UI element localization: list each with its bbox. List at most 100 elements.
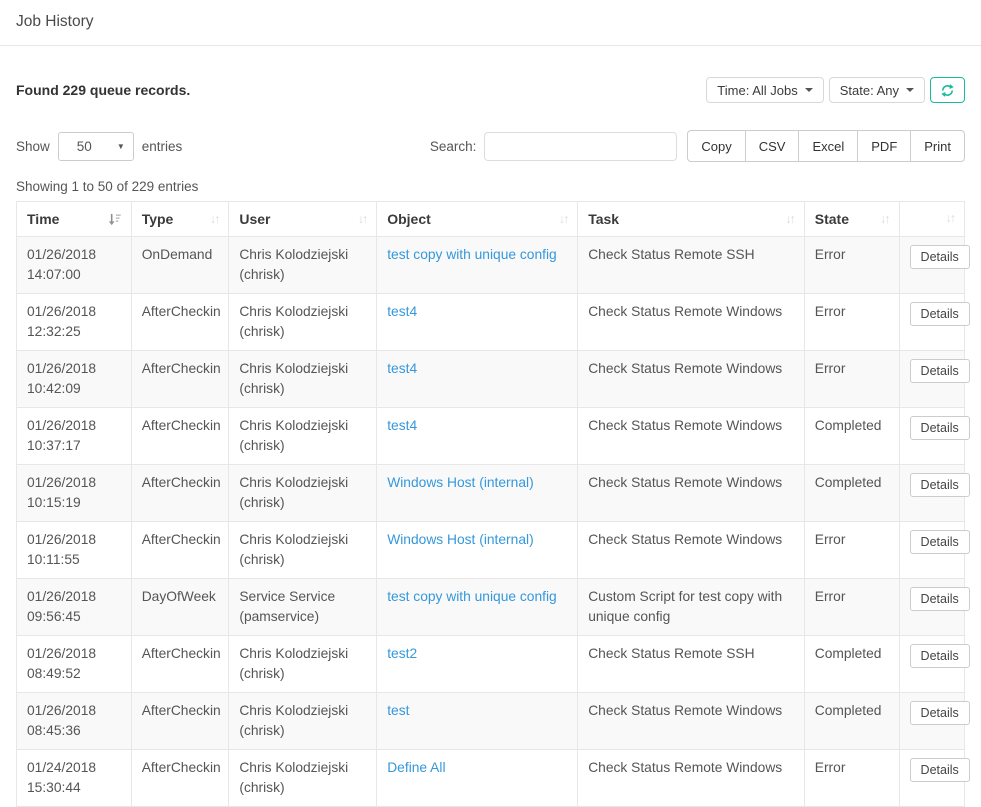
details-button[interactable]: Details [910, 359, 970, 383]
details-cell: Details [899, 408, 964, 465]
object-link[interactable]: Define All [387, 760, 445, 775]
user-name: Chris Kolodziejski [239, 701, 366, 721]
object-link[interactable]: test4 [387, 418, 417, 433]
column-header-object[interactable]: Object↓↑ [377, 202, 578, 237]
job-time: 10:37:17 [27, 436, 121, 456]
table-row: 01/26/201814:07:00OnDemandChris Kolodzie… [17, 237, 965, 294]
state-cell: Error [804, 579, 899, 636]
object-link[interactable]: test4 [387, 304, 417, 319]
user-cell: Chris Kolodziejski(chrisk) [229, 465, 377, 522]
time-cell: 01/26/201808:45:36 [17, 693, 132, 750]
pdf-button[interactable]: PDF [857, 130, 911, 162]
object-cell: Windows Host (internal) [377, 465, 578, 522]
job-date: 01/26/2018 [27, 302, 121, 322]
state-cell: Error [804, 294, 899, 351]
page-length-value: 50 [77, 139, 92, 154]
user-name: Chris Kolodziejski [239, 758, 366, 778]
user-name: Chris Kolodziejski [239, 302, 366, 322]
task-cell: Check Status Remote SSH [578, 636, 805, 693]
task-cell: Check Status Remote Windows [578, 351, 805, 408]
state-filter-dropdown[interactable]: State: Any [829, 77, 925, 103]
sort-icon: ↓↑ [210, 212, 219, 226]
user-account: (chrisk) [239, 322, 366, 342]
user-cell: Chris Kolodziejski(chrisk) [229, 750, 377, 807]
csv-button[interactable]: CSV [745, 130, 800, 162]
page-length-select[interactable]: 50 ▼ [58, 132, 134, 161]
summary-row: Found 229 queue records. Time: All Jobs … [16, 77, 965, 103]
job-time: 08:49:52 [27, 664, 121, 684]
job-date: 01/26/2018 [27, 473, 121, 493]
table-row: 01/24/201815:30:44AfterCheckinChris Kolo… [17, 750, 965, 807]
details-button[interactable]: Details [910, 245, 970, 269]
object-link[interactable]: test copy with unique config [387, 247, 557, 262]
type-cell: DayOfWeek [131, 579, 229, 636]
details-button[interactable]: Details [910, 473, 970, 497]
user-account: (chrisk) [239, 265, 366, 285]
task-cell: Check Status Remote SSH [578, 237, 805, 294]
user-account: (chrisk) [239, 436, 366, 456]
time-cell: 01/26/201810:11:55 [17, 522, 132, 579]
caret-down-icon [906, 88, 914, 92]
object-link[interactable]: test copy with unique config [387, 589, 557, 604]
copy-button[interactable]: Copy [687, 130, 745, 162]
object-link[interactable]: test4 [387, 361, 417, 376]
task-cell: Custom Script for test copy with unique … [578, 579, 805, 636]
print-button[interactable]: Print [910, 130, 965, 162]
job-time: 08:45:36 [27, 721, 121, 741]
column-header-task[interactable]: Task↓↑ [578, 202, 805, 237]
time-cell: 01/26/201810:42:09 [17, 351, 132, 408]
type-cell: AfterCheckin [131, 465, 229, 522]
excel-button[interactable]: Excel [798, 130, 858, 162]
column-header-time[interactable]: Time [17, 202, 132, 237]
user-name: Chris Kolodziejski [239, 416, 366, 436]
user-account: (chrisk) [239, 664, 366, 684]
page-title: Job History [16, 13, 965, 31]
details-button[interactable]: Details [910, 644, 970, 668]
table-row: 01/26/201809:56:45DayOfWeekService Servi… [17, 579, 965, 636]
user-cell: Chris Kolodziejski(chrisk) [229, 351, 377, 408]
column-header-user[interactable]: User↓↑ [229, 202, 377, 237]
time-filter-dropdown[interactable]: Time: All Jobs [706, 77, 823, 103]
records-found-text: Found 229 queue records. [16, 82, 190, 98]
details-button[interactable]: Details [910, 416, 970, 440]
job-time: 10:15:19 [27, 493, 121, 513]
job-date: 01/26/2018 [27, 644, 121, 664]
search-input[interactable] [484, 132, 677, 161]
object-link[interactable]: test [387, 703, 409, 718]
user-name: Service Service [239, 587, 366, 607]
state-cell: Completed [804, 465, 899, 522]
details-button[interactable]: Details [910, 530, 970, 554]
state-cell: Error [804, 351, 899, 408]
details-cell: Details [899, 693, 964, 750]
time-cell: 01/26/201810:15:19 [17, 465, 132, 522]
task-cell: Check Status Remote Windows [578, 408, 805, 465]
details-button[interactable]: Details [910, 701, 970, 725]
column-header-state[interactable]: State↓↑ [804, 202, 899, 237]
user-account: (chrisk) [239, 493, 366, 513]
details-button[interactable]: Details [910, 587, 970, 611]
state-cell: Completed [804, 693, 899, 750]
show-label: Show [16, 139, 50, 154]
column-header-type[interactable]: Type↓↑ [131, 202, 229, 237]
refresh-button[interactable] [930, 77, 965, 103]
details-button[interactable]: Details [910, 758, 970, 782]
object-link[interactable]: Windows Host (internal) [387, 475, 533, 490]
search-label: Search: [430, 139, 477, 154]
user-cell: Chris Kolodziejski(chrisk) [229, 237, 377, 294]
table-controls-row: Show 50 ▼ entries Search: Copy CSV Excel… [16, 130, 965, 162]
object-link[interactable]: Windows Host (internal) [387, 532, 533, 547]
table-row: 01/26/201810:37:17AfterCheckinChris Kolo… [17, 408, 965, 465]
type-cell: AfterCheckin [131, 693, 229, 750]
object-link[interactable]: test2 [387, 646, 417, 661]
entries-label: entries [142, 139, 183, 154]
user-cell: Chris Kolodziejski(chrisk) [229, 294, 377, 351]
time-cell: 01/26/201810:37:17 [17, 408, 132, 465]
details-cell: Details [899, 294, 964, 351]
table-row: 01/26/201812:32:25AfterCheckinChris Kolo… [17, 294, 965, 351]
state-cell: Error [804, 237, 899, 294]
time-cell: 01/26/201812:32:25 [17, 294, 132, 351]
details-button[interactable]: Details [910, 302, 970, 326]
details-cell: Details [899, 522, 964, 579]
state-cell: Error [804, 750, 899, 807]
column-header-details[interactable]: ↓↑ [899, 202, 964, 237]
